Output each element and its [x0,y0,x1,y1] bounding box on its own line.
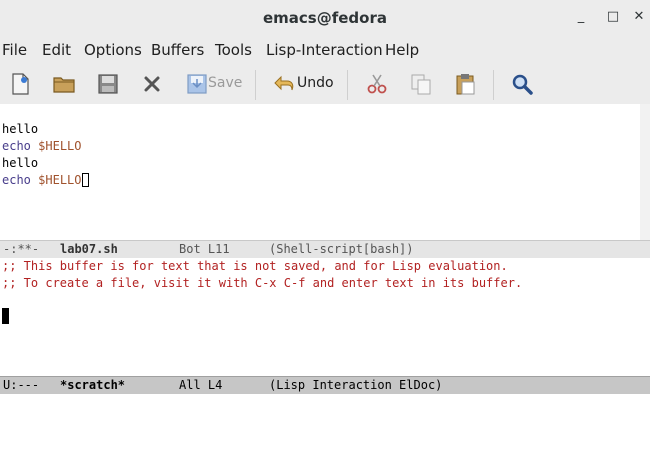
toolbar-separator [493,70,494,100]
open-folder-button[interactable] [52,70,78,98]
mode-line-lab07: -:**- lab07.sh Bot L11 (Shell-script[bas… [0,240,650,258]
close-x-icon [144,76,160,92]
close-buffer-button[interactable] [140,70,166,98]
code-line: hello [2,122,39,136]
buffer-status: U:--- [3,378,40,392]
save-icon [187,74,207,94]
mode-line-scratch: U:--- *scratch* All L4 (Lisp Interaction… [0,376,650,394]
close-window-button[interactable]: ✕ [630,9,648,24]
undo-label: Undo [297,75,334,91]
menu-help[interactable]: Help [385,41,419,59]
undo-button[interactable]: Undo [272,70,336,98]
comment-line: ;; This buffer is for text that is not s… [2,259,508,273]
new-file-button[interactable] [8,70,34,98]
undo-arrow-icon [274,75,294,91]
fringe [640,104,650,240]
maximize-button[interactable]: □ [604,9,622,24]
toolbar: Save Undo [0,64,650,104]
folder-icon [53,77,75,93]
buffer-position: All L4 [179,378,223,392]
text-cursor [81,173,89,187]
menu-edit[interactable]: Edit [42,41,71,59]
comment-line: ;; To create a file, visit it with C-x C… [2,276,523,290]
minimize-button[interactable]: _ [572,9,590,24]
disk-icon [98,74,118,94]
menu-tools[interactable]: Tools [215,41,252,59]
code-line: hello [2,156,39,170]
code-line: echo $HELLO [2,139,82,153]
block-cursor [2,308,9,324]
search-button[interactable] [510,70,536,98]
window-title: emacs@fedora [262,9,387,27]
copy-icon [411,74,431,95]
menu-options[interactable]: Options [84,41,142,59]
new-file-icon [12,73,29,95]
buffer-name[interactable]: *scratch* [60,377,125,394]
major-mode[interactable]: (Lisp Interaction ElDoc) [269,377,442,394]
editor-buffer-scratch[interactable]: ;; This buffer is for text that is not s… [0,258,640,376]
save-label: Save [208,75,243,91]
toolbar-separator [347,70,348,100]
toolbar-separator [255,70,256,100]
menu-file[interactable]: File [2,41,27,59]
buffer-position: Bot L11 [179,242,230,256]
copy-button[interactable] [409,70,435,98]
search-icon [512,74,533,95]
major-mode[interactable]: (Shell-script[bash]) [269,241,414,258]
paste-button[interactable] [453,70,479,98]
echo-area [0,394,650,400]
buffer-status: -:**- [3,242,40,256]
save-button[interactable]: Save [185,70,245,98]
scissors-icon [367,74,387,94]
title-bar: emacs@fedora _ □ ✕ [0,0,650,36]
menu-buffers[interactable]: Buffers [151,41,204,59]
menu-bar: File Edit Options Buffers Tools Lisp-Int… [0,36,650,64]
code-line: echo $HELLO [2,172,89,189]
cut-button[interactable] [365,70,391,98]
menu-lisp-interaction[interactable]: Lisp-Interaction [266,41,383,59]
clipboard-icon [456,74,475,95]
editor-buffer-lab07[interactable]: hello echo $HELLO hello echo $HELLO [0,104,640,240]
save-disk-button[interactable] [96,70,122,98]
buffer-name[interactable]: lab07.sh [60,241,118,258]
